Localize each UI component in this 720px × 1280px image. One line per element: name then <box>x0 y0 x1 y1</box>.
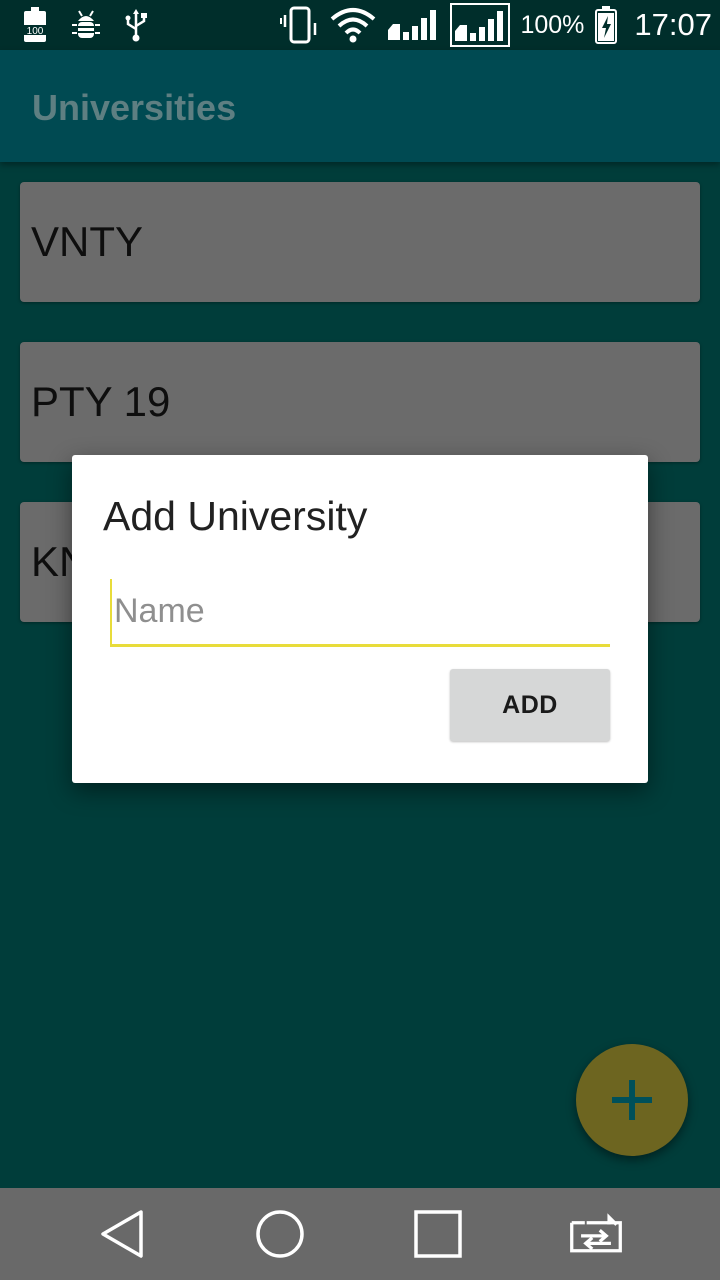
back-icon <box>101 1210 143 1258</box>
name-input[interactable] <box>110 579 610 647</box>
battery-percent: 100% <box>520 10 585 39</box>
vibrate-icon <box>280 5 320 45</box>
list-item-label: PTY 19 <box>31 378 171 425</box>
navigation-bar <box>0 1188 720 1280</box>
app-bar: Universities <box>0 50 720 162</box>
switch-apps-button[interactable] <box>568 1206 624 1262</box>
status-bar: 100 100% 17:07 <box>0 0 720 50</box>
add-university-dialog: Add University ADD <box>72 455 648 783</box>
recents-button[interactable] <box>410 1206 466 1262</box>
recents-icon <box>414 1210 462 1258</box>
back-button[interactable] <box>94 1206 150 1262</box>
wifi-icon <box>330 7 376 43</box>
dialog-title: Add University <box>103 493 368 539</box>
add-fab-button[interactable] <box>576 1044 688 1156</box>
signal-sim1-icon <box>386 6 440 44</box>
battery-charging-icon <box>594 6 618 44</box>
home-button[interactable] <box>252 1206 308 1262</box>
battery-saver-icon: 100 <box>22 7 48 43</box>
clock: 17:07 <box>634 7 712 42</box>
android-debug-icon <box>70 9 102 41</box>
home-icon <box>256 1210 304 1258</box>
list-item[interactable]: VNTY <box>20 182 700 302</box>
list-item[interactable]: PTY 19 <box>20 342 700 462</box>
plus-icon <box>612 1080 652 1120</box>
add-button[interactable]: ADD <box>450 669 610 741</box>
list-item-label: VNTY <box>31 218 144 265</box>
switch-apps-icon <box>570 1213 622 1253</box>
usb-icon <box>124 7 148 43</box>
page-title: Universities <box>32 87 237 128</box>
signal-sim2-icon <box>450 3 511 47</box>
battery-saver-text: 100 <box>27 26 44 37</box>
